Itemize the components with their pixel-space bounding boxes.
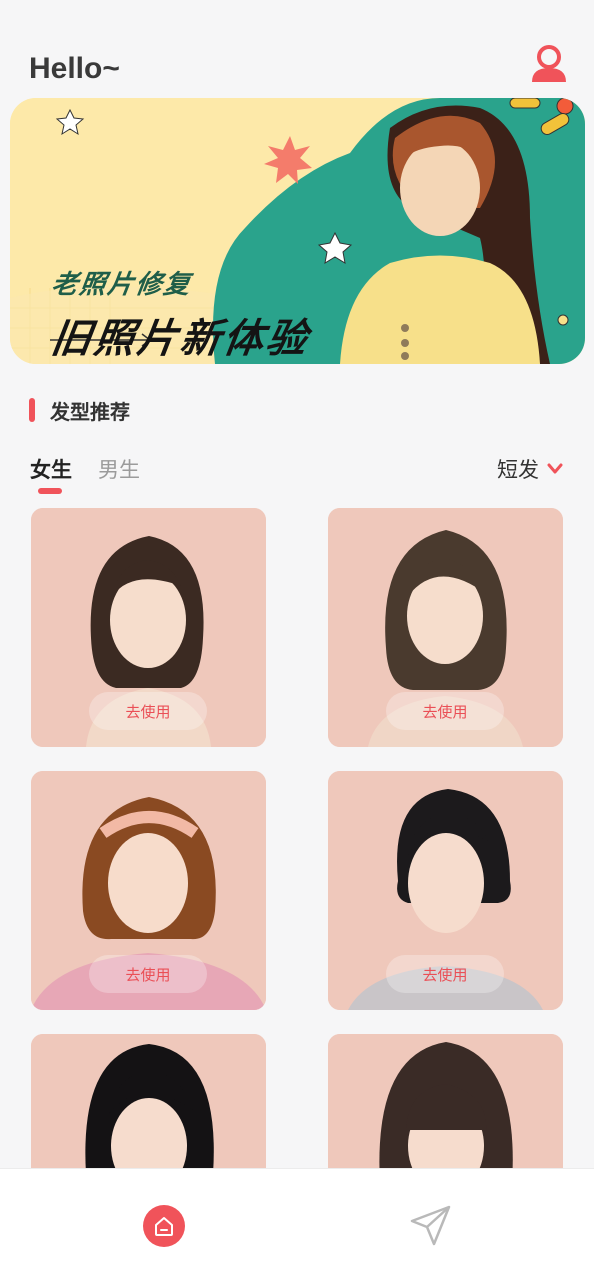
use-button[interactable]: 去使用 <box>89 692 207 730</box>
send-icon <box>410 1205 451 1246</box>
banner-subtitle: 老照片修复 <box>49 270 194 300</box>
send-nav-button[interactable] <box>408 1203 454 1249</box>
promo-banner[interactable]: 老照片修复 旧照片新体验 <box>10 98 585 364</box>
bottom-navigation <box>0 1168 594 1281</box>
home-icon <box>155 1217 173 1236</box>
chevron-down-icon <box>547 463 563 474</box>
user-profile-icon[interactable] <box>529 44 569 84</box>
use-button[interactable]: 去使用 <box>386 955 504 993</box>
section-accent-bar <box>29 398 35 422</box>
hairstyle-card[interactable]: 去使用 <box>31 771 266 1010</box>
home-nav-button[interactable] <box>143 1205 185 1247</box>
hairstyle-card[interactable]: 去使用 <box>328 508 563 747</box>
filter-label: 短发 <box>497 458 539 482</box>
hairstyle-card[interactable]: 去使用 <box>31 508 266 747</box>
tab-female[interactable]: 女生 <box>30 454 72 484</box>
active-tab-indicator <box>38 488 62 494</box>
greeting-text: Hello~ <box>29 52 120 85</box>
tab-male[interactable]: 男生 <box>98 454 140 484</box>
header: Hello~ <box>0 0 594 96</box>
use-button[interactable]: 去使用 <box>89 955 207 993</box>
use-button[interactable]: 去使用 <box>386 692 504 730</box>
hair-length-dropdown[interactable]: 短发 <box>497 454 563 484</box>
section-title: 发型推荐 <box>50 400 130 424</box>
hairstyle-card[interactable]: 去使用 <box>328 771 563 1010</box>
banner-title: 旧照片新体验 <box>48 316 313 362</box>
